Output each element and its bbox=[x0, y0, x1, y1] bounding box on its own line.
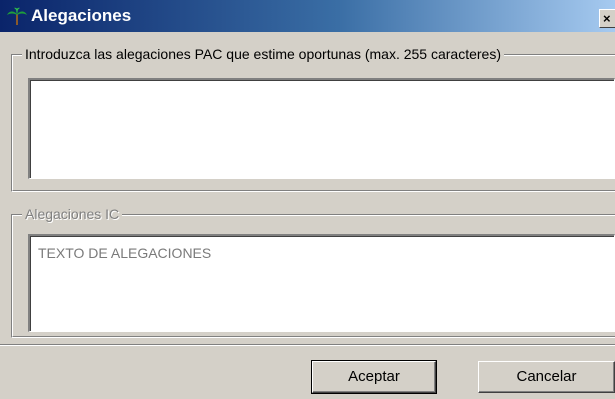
window-title: Alegaciones bbox=[31, 6, 132, 25]
title-bar[interactable]: Alegaciones × bbox=[0, 0, 615, 32]
close-icon: × bbox=[603, 11, 611, 26]
dialog-window: Alegaciones × Introduzca las alegaciones… bbox=[0, 0, 615, 399]
ic-alegaciones-textarea: TEXTO DE ALEGACIONES bbox=[28, 234, 615, 332]
button-separator bbox=[0, 344, 615, 346]
cancel-button[interactable]: Cancelar bbox=[478, 361, 615, 393]
palm-tree-icon bbox=[6, 7, 28, 25]
close-button[interactable]: × bbox=[599, 9, 615, 28]
pac-alegaciones-textarea[interactable] bbox=[28, 78, 615, 179]
pac-groupbox-label: Introduzca las alegaciones PAC que estim… bbox=[22, 45, 504, 63]
accept-button[interactable]: Aceptar bbox=[311, 360, 437, 394]
ic-groupbox-label: Alegaciones IC bbox=[22, 205, 123, 223]
